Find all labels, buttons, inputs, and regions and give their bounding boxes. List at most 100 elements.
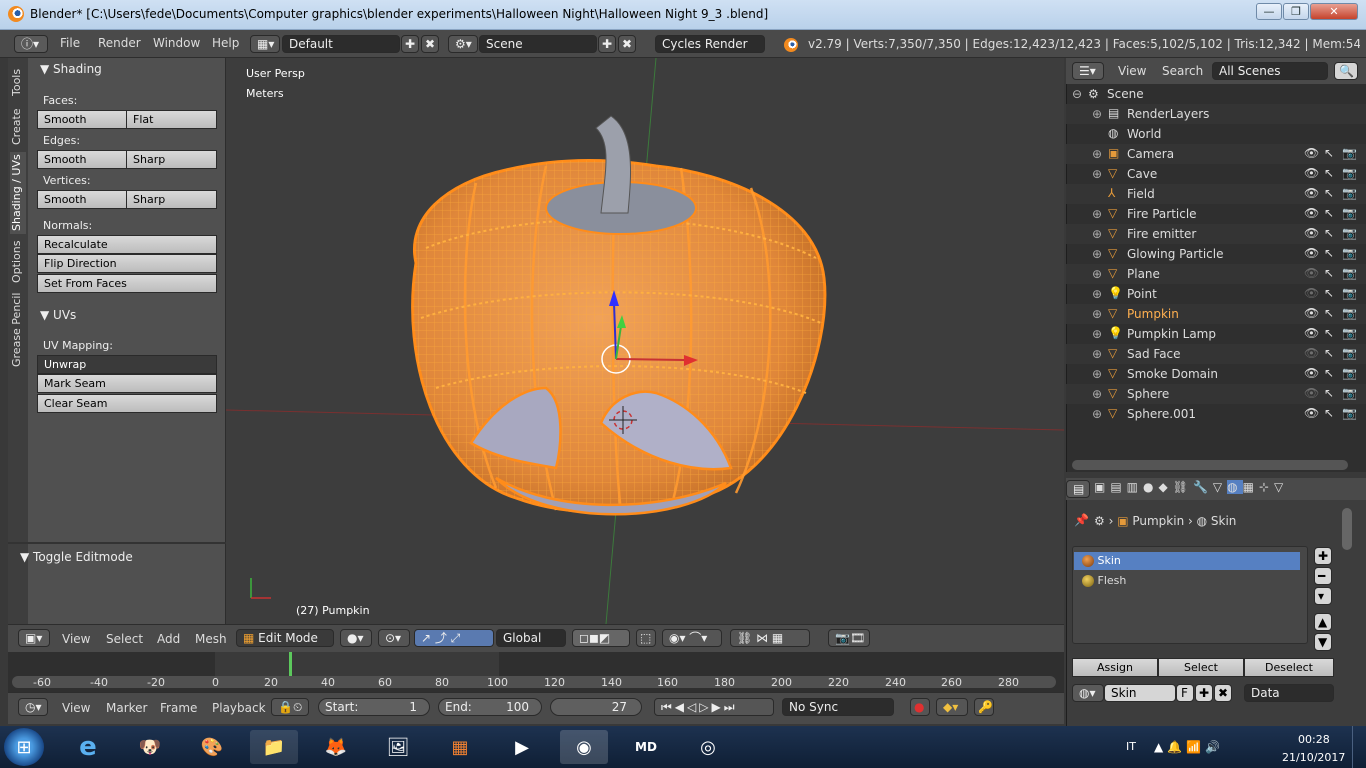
chrome-icon[interactable]: ◎ <box>684 730 732 764</box>
keyframe-icon[interactable]: ◆▾ <box>936 698 968 716</box>
outliner-item[interactable]: ⊕ ▽ Sad Face 👁 ↖ 📷 <box>1066 344 1366 364</box>
tab-options[interactable]: Options <box>10 236 26 288</box>
render-icon[interactable]: 📷 <box>1342 226 1357 240</box>
outliner-filter-select[interactable]: All Scenes <box>1212 62 1328 80</box>
3d-viewport[interactable] <box>226 58 1064 624</box>
end-frame-field[interactable]: End: 100 <box>438 698 542 716</box>
pumpkin-mesh[interactable] <box>411 115 827 516</box>
tab-shading-uvs[interactable]: Shading / UVs <box>10 152 26 234</box>
eye-icon[interactable]: 👁 <box>1304 306 1319 320</box>
eye-icon[interactable]: 👁 <box>1304 226 1319 240</box>
eye-icon[interactable]: 👁 <box>1304 366 1319 380</box>
current-frame-line[interactable] <box>289 652 292 676</box>
editor-type-timeline-icon[interactable]: ◷▾ <box>18 698 48 716</box>
expand-icon[interactable]: ⊕ <box>1092 167 1102 181</box>
render-icon[interactable]: 📷 <box>1342 366 1357 380</box>
properties-context-icons[interactable]: ▣▤▥●◆⛓🔧▽◍▦⊹▽ <box>1094 480 1334 498</box>
clock-date[interactable]: 21/10/2017 <box>1282 751 1345 764</box>
cursor-icon[interactable]: ↖ <box>1324 366 1334 380</box>
office-icon[interactable]: ▦ <box>436 730 484 764</box>
render-icon[interactable]: 📷 <box>1342 306 1357 320</box>
vertices-sharp-button[interactable]: Sharp <box>126 190 217 209</box>
scene-field[interactable]: Scene <box>479 35 597 53</box>
current-frame-field[interactable]: 27 <box>550 698 642 716</box>
cursor-icon[interactable]: ↖ <box>1324 186 1334 200</box>
sync-select[interactable]: No Sync <box>782 698 894 716</box>
start-button[interactable]: ⊞ <box>4 728 44 766</box>
scene-icon[interactable]: ⚙▾ <box>448 35 478 53</box>
clear-seam-button[interactable]: Clear Seam <box>37 394 217 413</box>
material-browse-icon[interactable]: ◍▾ <box>1072 684 1104 702</box>
outliner-scene-row[interactable]: ⊖ ⚙ Scene <box>1066 84 1366 104</box>
clock-time[interactable]: 00:28 <box>1298 733 1330 746</box>
expand-icon[interactable]: ⊕ <box>1092 247 1102 261</box>
flip-direction-button[interactable]: Flip Direction <box>37 254 217 273</box>
photo-viewer-icon[interactable]: 🖼 <box>374 730 422 764</box>
outliner-item[interactable]: ⊕ ▽ Fire emitter 👁 ↖ 📷 <box>1066 224 1366 244</box>
eye-icon[interactable]: 👁 <box>1304 146 1319 160</box>
menu-select[interactable]: Select <box>106 632 143 646</box>
pin-icon[interactable]: 📌 <box>1074 513 1089 527</box>
menu-help[interactable]: Help <box>212 36 239 50</box>
outliner-item-active[interactable]: ⊕ ▽ Pumpkin 👁 ↖ 📷 <box>1066 304 1366 324</box>
eye-icon[interactable]: 👁 <box>1304 286 1319 300</box>
record-icon[interactable]: ● <box>910 698 930 716</box>
vertices-smooth-button[interactable]: Smooth <box>37 190 127 209</box>
eye-icon[interactable]: 👁 <box>1304 266 1319 280</box>
remove-layout-icon[interactable]: ✖ <box>421 35 439 53</box>
outliner-item[interactable]: ◍ World <box>1066 124 1366 144</box>
render-icon[interactable]: 📷 <box>1342 266 1357 280</box>
mode-select[interactable]: ▦ Edit Mode <box>236 629 334 647</box>
outliner-item[interactable]: ⊕ ▽ Cave 👁 ↖ 📷 <box>1066 164 1366 184</box>
render-icon[interactable]: 📷 <box>1342 246 1357 260</box>
remove-scene-icon[interactable]: ✖ <box>618 35 636 53</box>
cursor-icon[interactable]: ↖ <box>1324 146 1334 160</box>
menu-marker[interactable]: Marker <box>106 701 147 715</box>
outliner-item[interactable]: ⊕ ▽ Sphere.001 👁 ↖ 📷 <box>1066 404 1366 424</box>
menu-render[interactable]: Render <box>98 36 141 50</box>
link-select[interactable]: Data <box>1244 684 1334 702</box>
render-icon[interactable]: 📷 <box>1342 326 1357 340</box>
set-from-faces-button[interactable]: Set From Faces <box>37 274 217 293</box>
snap-icons[interactable]: ⛓ ⋈ ▦ <box>730 629 810 647</box>
add-layout-icon[interactable]: ✚ <box>401 35 419 53</box>
select-mode-icons[interactable]: ◻◼◩ <box>572 629 630 647</box>
menu-playback[interactable]: Playback <box>212 701 266 715</box>
expand-icon[interactable]: ⊕ <box>1092 287 1102 301</box>
editor-type-outliner-icon[interactable]: ☰▾ <box>1072 62 1104 80</box>
unlink-material-icon[interactable]: ✖ <box>1214 684 1232 702</box>
menu-frame[interactable]: Frame <box>160 701 197 715</box>
collapse-icon[interactable]: ⊖ <box>1072 87 1082 101</box>
faces-smooth-button[interactable]: Smooth <box>37 110 127 129</box>
outliner-item[interactable]: ⊕ ▽ Sphere 👁 ↖ 📷 <box>1066 384 1366 404</box>
shading-panel-header[interactable]: ▼ Shading <box>40 62 102 76</box>
editor-type-3d-icon[interactable]: ▣▾ <box>18 629 50 647</box>
playback-controls-icon[interactable]: ⏮◀◁▷▶⏭ <box>654 698 774 716</box>
tab-tools[interactable]: Tools <box>10 62 26 102</box>
shading-mode-icon[interactable]: ●▾ <box>340 629 372 647</box>
render-icon[interactable]: 📷 <box>1342 346 1357 360</box>
toggle-editmode-panel[interactable]: ▼ Toggle Editmode <box>20 550 133 564</box>
eye-icon[interactable]: 👁 <box>1304 186 1319 200</box>
cursor-icon[interactable]: ↖ <box>1324 306 1334 320</box>
unwrap-menu[interactable]: Unwrap <box>37 355 217 374</box>
pivot-icon[interactable]: ⊙▾ <box>378 629 410 647</box>
move-up-icon[interactable]: ▲ <box>1314 613 1332 631</box>
screen-layout-icon[interactable]: ▦▾ <box>250 35 280 53</box>
eye-icon[interactable]: 👁 <box>1304 246 1319 260</box>
keying-set-icon[interactable]: 🔑 <box>974 698 994 716</box>
outliner-item[interactable]: ⊕ ▽ Plane 👁 ↖ 📷 <box>1066 264 1366 284</box>
ie-icon[interactable]: e <box>64 730 112 764</box>
menu-view-timeline[interactable]: View <box>62 701 90 715</box>
eye-icon[interactable]: 👁 <box>1304 346 1319 360</box>
outliner-item[interactable]: ⊕ ▤ RenderLayers <box>1066 104 1366 124</box>
assign-button[interactable]: Assign <box>1072 658 1158 677</box>
edges-sharp-button[interactable]: Sharp <box>126 150 217 169</box>
cursor-icon[interactable]: ↖ <box>1324 286 1334 300</box>
recalculate-button[interactable]: Recalculate <box>37 235 217 254</box>
blender-taskbar-icon[interactable]: ◉ <box>560 730 608 764</box>
remove-slot-icon[interactable]: ━ <box>1314 567 1332 585</box>
cursor-icon[interactable]: ↖ <box>1324 226 1334 240</box>
mark-seam-button[interactable]: Mark Seam <box>37 374 217 393</box>
render-icon[interactable]: 📷 <box>1342 206 1357 220</box>
